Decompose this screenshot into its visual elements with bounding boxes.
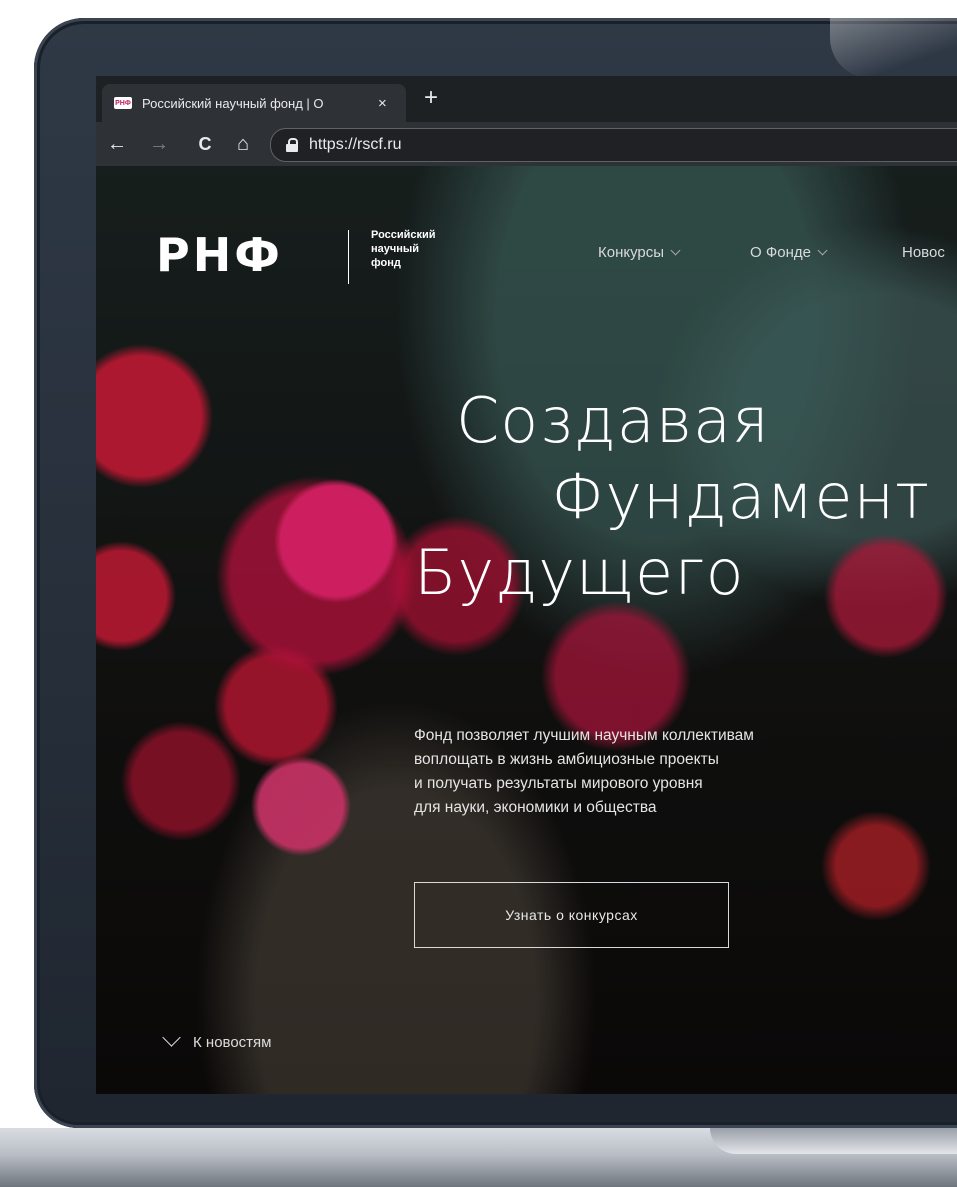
favicon-icon: РНФ bbox=[114, 97, 132, 109]
laptop-notch bbox=[710, 1128, 957, 1154]
back-icon[interactable]: ← bbox=[102, 122, 132, 166]
logo-line: фонд bbox=[371, 257, 401, 269]
nav-label: О Фонде bbox=[750, 244, 811, 261]
lead-line: воплощать в жизнь амбициозные проекты bbox=[414, 751, 719, 768]
nav-label: Новос bbox=[902, 244, 945, 261]
nav-label: Конкурсы bbox=[598, 244, 665, 261]
logo-line: Российский bbox=[371, 229, 436, 241]
browser-tab[interactable]: РНФ Российский научный фонд | О × bbox=[102, 84, 406, 122]
chevron-down-icon bbox=[670, 245, 681, 256]
tab-bar: РНФ Российский научный фонд | О × + bbox=[96, 76, 957, 122]
site-logo[interactable]: РНФ bbox=[156, 228, 283, 282]
logo-divider bbox=[348, 230, 349, 284]
contests-button[interactable]: Узнать о конкурсах bbox=[414, 882, 729, 948]
headline-line-1: Создавая bbox=[456, 384, 770, 457]
nav-item-o-fonde[interactable]: О Фонде bbox=[750, 244, 828, 261]
browser-window: РНФ Российский научный фонд | О × + ← → … bbox=[96, 76, 957, 1094]
nav-item-konkursy[interactable]: Конкурсы bbox=[598, 244, 681, 261]
forward-icon[interactable]: → bbox=[144, 122, 174, 166]
new-tab-button[interactable]: + bbox=[424, 86, 438, 110]
address-bar[interactable]: https://rscf.ru bbox=[270, 128, 957, 162]
tab-title: Российский научный фонд | О bbox=[142, 95, 324, 111]
home-icon[interactable]: ⌂ bbox=[228, 122, 258, 166]
lead-line: и получать результаты мирового уровня bbox=[414, 775, 703, 792]
news-link-label: К новостям bbox=[193, 1034, 272, 1051]
headline-line-2: Фундамент bbox=[551, 460, 931, 533]
logo-caption: Российский научный фонд bbox=[371, 228, 436, 270]
hero-description: Фонд позволяет лучшим научным коллектива… bbox=[414, 724, 754, 820]
logo-line: научный bbox=[371, 243, 420, 255]
chevron-down-icon bbox=[817, 245, 828, 256]
browser-toolbar: ← → C ⌂ https://rscf.ru bbox=[96, 122, 957, 166]
hero-section: РНФ Российский научный фонд Конкурсы О Ф… bbox=[96, 166, 957, 1094]
url-text: https://rscf.ru bbox=[309, 136, 402, 153]
lock-icon bbox=[285, 138, 299, 152]
to-news-link[interactable]: К новостям bbox=[161, 1034, 271, 1051]
headline-line-3: Будущего bbox=[414, 536, 745, 609]
hero-overlay bbox=[96, 166, 957, 1094]
reload-icon[interactable]: C bbox=[190, 122, 220, 166]
laptop-reflection bbox=[830, 18, 957, 78]
lead-line: для науки, экономики и общества bbox=[414, 799, 657, 816]
close-icon[interactable]: × bbox=[378, 95, 387, 112]
lead-line: Фонд позволяет лучшим научным коллектива… bbox=[414, 727, 754, 744]
nav-item-novosti[interactable]: Новос bbox=[902, 244, 945, 261]
chevron-down-icon bbox=[161, 1037, 183, 1049]
